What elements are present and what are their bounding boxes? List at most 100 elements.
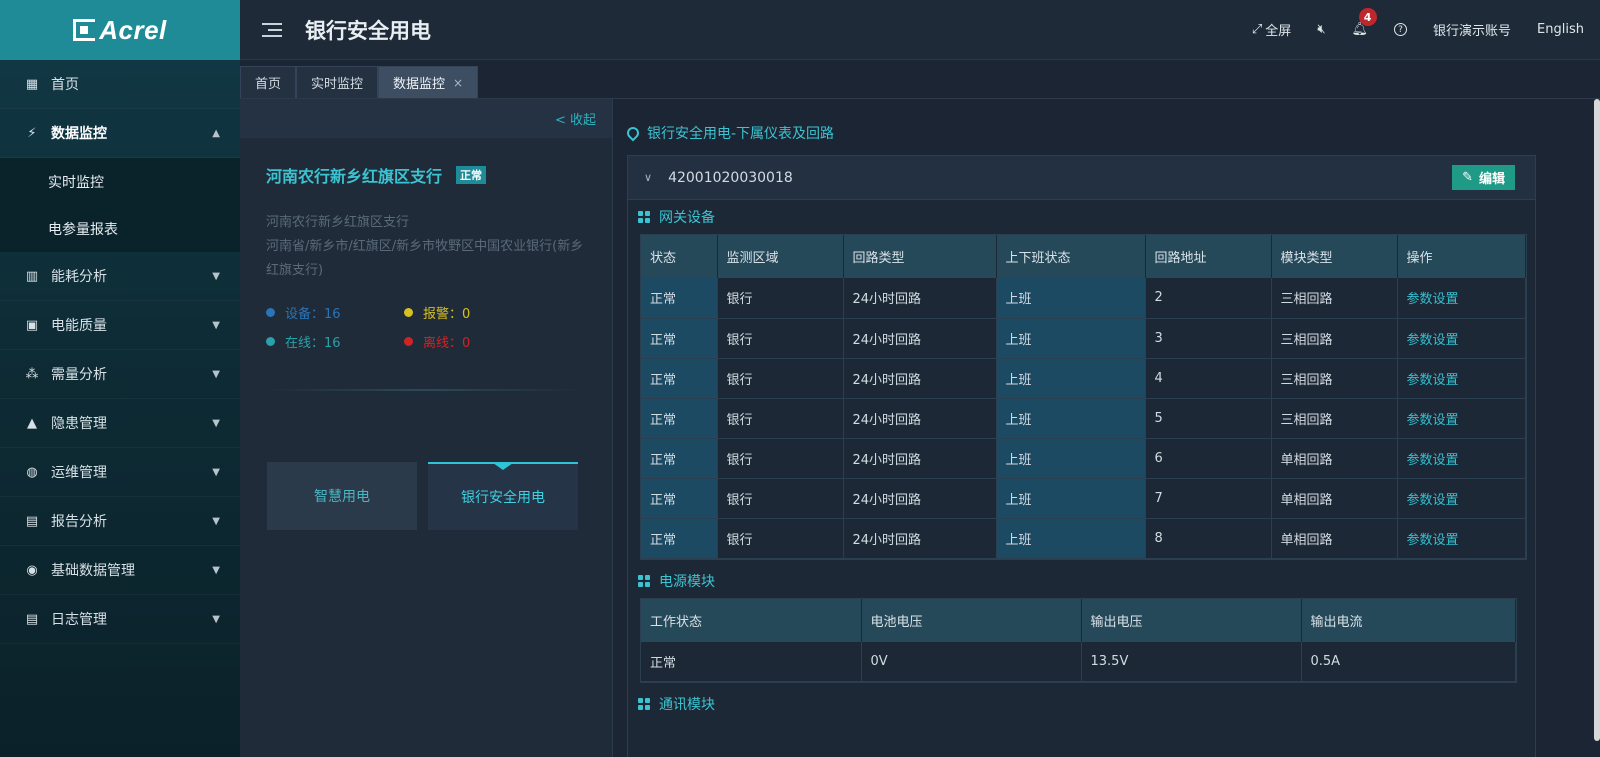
scrollbar[interactable] [1592,99,1600,757]
fullscreen-button[interactable]: ⤢ 全屏 [1252,20,1291,39]
table-cell: 银行 [717,438,844,479]
column-header: 电池电压 [861,598,1082,642]
cluster-icon: ⁂ [25,366,39,382]
sidebar-item-maintenance[interactable]: ◍ 运维管理 ▼ [0,448,240,497]
notification-button[interactable]: 🔔︎ 4 [1352,8,1377,37]
table-row: 正常 0V 13.5V 0.5A [641,641,1516,682]
menu-toggle-icon[interactable] [262,22,282,37]
sidebar-item-label: 基础数据管理 [51,563,135,579]
branch-subname: 河南农行新乡红旗区支行 [266,215,410,230]
sidebar-item-log[interactable]: ▤ 日志管理 ▼ [0,595,240,644]
sidebar-item-label: 能耗分析 [51,269,107,285]
sidebar-item-energy[interactable]: ▥ 能耗分析 ▼ [0,252,240,301]
sidebar-item-label: 日志管理 [51,612,107,628]
param-settings-link[interactable]: 参数设置 [1397,478,1526,519]
chevron-down-icon: ▼ [212,270,220,282]
table-cell: 正常 [641,358,718,399]
table-cell: 5 [1145,398,1272,439]
table-row: 正常 银行 24小时回路 上班 2 三相回路 参数设置 [641,278,1526,319]
param-settings-link[interactable]: 参数设置 [1397,518,1526,559]
column-header: 状态 [641,235,718,278]
chevron-down-icon: ▼ [212,613,220,625]
collapse-button[interactable]: < 收起 [240,99,612,138]
sidebar: Acrel ▦ 首页 ⚡ 数据监控 ▲ 实时监控 电参量报表 ▥ 能耗分析 ▼ … [0,0,240,757]
help-button[interactable]: ? [1394,23,1408,36]
grid-icon [638,698,650,710]
param-settings-link[interactable]: 参数设置 [1397,318,1526,359]
sidebar-subitem-report[interactable]: 电参量报表 [0,205,240,252]
table-cell: 上班 [996,358,1146,399]
home-icon: ▦ [25,76,39,92]
sidebar-item-report[interactable]: ▤ 报告分析 ▼ [0,497,240,546]
sidebar-item-quality[interactable]: ▣ 电能质量 ▼ [0,301,240,350]
param-settings-link[interactable]: 参数设置 [1397,438,1526,479]
table-cell: 24小时回路 [843,478,997,519]
power-title-text: 电源模块 [659,573,715,590]
table-cell: 7 [1145,478,1272,519]
branch-address: 河南省/新乡市/红旗区/新乡市牧野区中国农业银行(新乡红旗支行) [266,239,584,278]
card-bank-safety[interactable]: 银行安全用电 [428,462,578,530]
dot-icon [404,337,413,346]
stat-offline: 离线：0 [404,332,544,351]
column-header: 输出电压 [1081,598,1302,642]
table-cell: 上班 [996,278,1146,319]
stat-device: 设备：16 [266,303,404,322]
chevron-down-icon: ▼ [212,319,220,331]
account-menu[interactable]: 银行演示账号 [1433,20,1511,39]
table-cell: 上班 [996,318,1146,359]
table-row: 正常 银行 24小时回路 上班 4 三相回路 参数设置 [641,358,1526,399]
param-settings-link[interactable]: 参数设置 [1397,278,1526,319]
param-settings-link[interactable]: 参数设置 [1397,398,1526,439]
tab-realtime[interactable]: 实时监控 [296,66,379,98]
column-header: 上下班状态 [996,235,1146,278]
stat-alarm: 报警：0 [404,303,544,322]
table-cell: 24小时回路 [843,398,997,439]
sidebar-item-data-monitor[interactable]: ⚡ 数据监控 ▲ [0,109,240,158]
device-header[interactable]: ∨ 42001020030018 ✎ 编辑 [628,156,1535,200]
column-header: 操作 [1397,235,1526,278]
dot-icon [404,308,413,317]
comm-title: 通讯模块 [638,687,1535,721]
table-cell: 6 [1145,438,1272,479]
sidebar-item-demand[interactable]: ⁂ 需量分析 ▼ [0,350,240,399]
stat-device-text: 设备：16 [285,307,341,322]
table-cell: 上班 [996,518,1146,559]
edit-label: 编辑 [1478,172,1505,187]
branch-title-row: 河南农行新乡红旗区支行 正常 [266,163,612,187]
chevron-down-icon: ▼ [212,564,220,576]
sidebar-item-home[interactable]: ▦ 首页 [0,60,240,109]
table-cell: 3 [1145,318,1272,359]
sidebar-item-basedata[interactable]: ◉ 基础数据管理 ▼ [0,546,240,595]
chevron-down-icon[interactable]: ∨ [644,171,652,184]
dot-icon [266,308,275,317]
power-table: 工作状态 电池电压 输出电压 输出电流 正常 0V 13.5V 0.5A [641,598,1516,682]
chevron-down-icon: ▼ [212,515,220,527]
table-cell: 上班 [996,438,1146,479]
sidebar-menu: ▦ 首页 ⚡ 数据监控 ▲ 实时监控 电参量报表 ▥ 能耗分析 ▼ ▣ 电能质量… [0,60,240,644]
status-badge: 正常 [456,166,487,184]
tab-data-monitor[interactable]: 数据监控 × [378,66,479,98]
branch-name: 河南农行新乡红旗区支行 [266,167,443,186]
grid-icon [638,211,650,223]
language-switch[interactable]: English [1537,22,1584,37]
table-cell: 三相回路 [1271,358,1398,399]
sidebar-subitem-realtime[interactable]: 实时监控 [0,158,240,205]
card-smart-power[interactable]: 智慧用电 [267,462,417,530]
close-icon[interactable]: × [453,76,463,90]
sidebar-item-hazard[interactable]: ▲ 隐患管理 ▼ [0,399,240,448]
logo: Acrel [0,0,240,60]
table-cell: 银行 [717,318,844,359]
gateway-title: 网关设备 [638,200,1535,234]
tab-label: 实时监控 [311,77,364,92]
table-cell: 正常 [641,438,718,479]
scrollbar-thumb[interactable] [1594,99,1600,741]
edit-button[interactable]: ✎ 编辑 [1452,165,1515,190]
chevron-down-icon: ▼ [212,368,220,380]
mute-button[interactable]: 🔇︎ [1317,22,1325,37]
param-settings-link[interactable]: 参数设置 [1397,358,1526,399]
tab-home[interactable]: 首页 [240,66,297,98]
top-header: 银行安全用电 ⤢ 全屏 🔇︎ 🔔︎ 4 ? 银行演示账号 English [240,0,1600,60]
notification-badge: 4 [1358,8,1377,26]
gateway-table-wrap: 状态 监测区域 回路类型 上下班状态 回路地址 模块类型 操作 正常 银行 24… [640,234,1527,560]
sidebar-item-label: 需量分析 [51,367,107,383]
